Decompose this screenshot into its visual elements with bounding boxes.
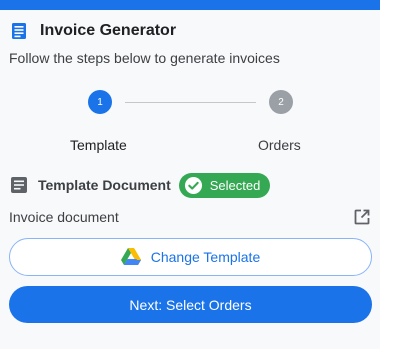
- section-title: Template Document: [38, 177, 171, 193]
- change-template-button[interactable]: Change Template: [9, 238, 372, 276]
- sidebar-panel: Invoice Generator Follow the steps below…: [0, 0, 380, 349]
- step-1-indicator[interactable]: 1: [88, 90, 112, 114]
- document-icon: [11, 177, 27, 193]
- google-drive-icon: [120, 248, 141, 265]
- change-template-label: Change Template: [150, 249, 261, 265]
- next-select-orders-button[interactable]: Next: Select Orders: [9, 286, 372, 323]
- document-name: Invoice document: [9, 209, 119, 225]
- step-connector: [125, 102, 256, 103]
- step-2-label: Orders: [258, 137, 301, 153]
- top-accent-bar: [0, 0, 380, 10]
- status-badge-label: Selected: [209, 177, 261, 193]
- step-2-indicator[interactable]: 2: [269, 90, 293, 114]
- step-1-label: Template: [70, 137, 127, 153]
- page-subtitle: Follow the steps below to generate invoi…: [9, 50, 280, 66]
- invoice-doc-icon: [12, 23, 26, 39]
- status-badge: Selected: [178, 172, 271, 198]
- check-circle-icon: [184, 176, 202, 194]
- document-row: Invoice document: [9, 207, 371, 227]
- panel-header: Invoice Generator: [10, 20, 176, 42]
- open-in-new-icon[interactable]: [353, 208, 371, 226]
- template-document-section: Template Document Selected: [10, 172, 271, 198]
- page-title: Invoice Generator: [40, 22, 177, 39]
- stepper: 1 2 Template Orders: [0, 90, 380, 156]
